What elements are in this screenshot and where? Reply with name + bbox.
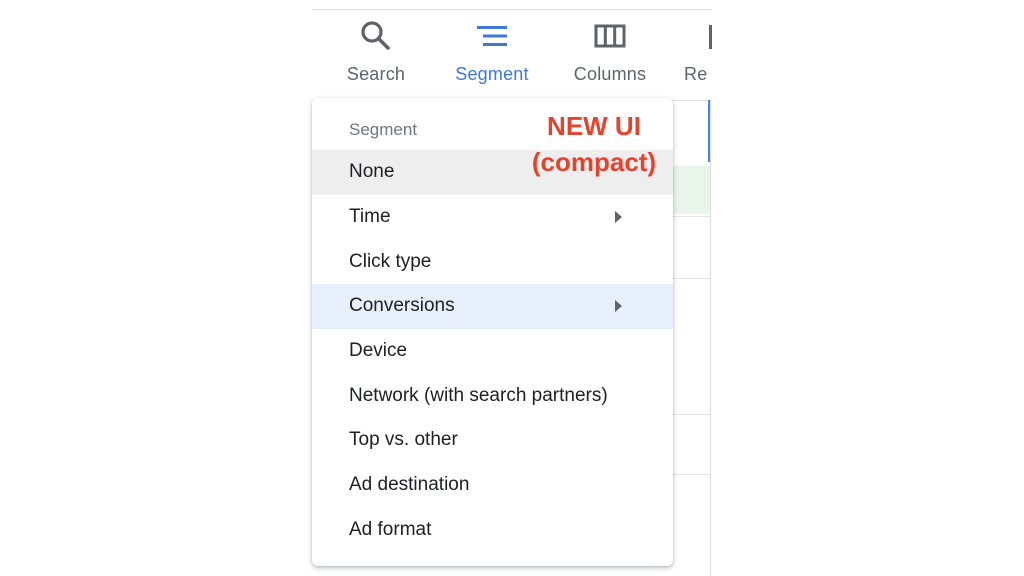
search-label: Search — [346, 64, 406, 84]
annotation-label: NEW UI (compact) — [514, 108, 674, 180]
reports-button[interactable]: Re — [684, 18, 712, 98]
right-divider — [710, 100, 711, 576]
menu-item-conversions[interactable]: Conversions — [312, 284, 673, 329]
columns-label: Columns — [573, 64, 647, 84]
menu-item-label: Device — [349, 340, 408, 361]
menu-item-label: Ad destination — [349, 474, 470, 495]
menu-header: Segment — [349, 120, 418, 139]
submenu-arrow-icon — [615, 300, 622, 312]
menu-item-label: Network (with search partners) — [349, 385, 608, 406]
top-border — [312, 9, 712, 10]
menu-item-click-type[interactable]: Click type — [312, 240, 673, 285]
reports-icon — [684, 18, 712, 54]
reports-label: Re — [684, 64, 708, 84]
menu-item-ad-format[interactable]: Ad format — [312, 508, 673, 553]
menu-item-label: Click type — [349, 251, 432, 272]
menu-item-time[interactable]: Time — [312, 195, 673, 240]
menu-item-label: Ad format — [349, 519, 432, 540]
menu-item-network[interactable]: Network (with search partners) — [312, 374, 673, 419]
segment-label: Segment — [455, 64, 529, 84]
menu-item-ad-destination[interactable]: Ad destination — [312, 463, 673, 508]
stage: Search Segment Columns Re Segment None T… — [0, 0, 1024, 576]
segment-button[interactable]: Segment — [450, 18, 534, 98]
search-icon — [358, 18, 394, 54]
menu-item-label: None — [349, 161, 395, 182]
segment-icon — [474, 18, 510, 54]
search-button[interactable]: Search — [342, 18, 410, 98]
menu-item-top-vs-other[interactable]: Top vs. other — [312, 418, 673, 463]
annotation-line-2: (compact) — [531, 147, 657, 177]
annotation-line-1: NEW UI — [547, 111, 641, 141]
menu-item-label: Top vs. other — [349, 429, 458, 450]
menu-item-label: Conversions — [349, 295, 455, 316]
columns-button[interactable]: Columns — [569, 18, 651, 98]
submenu-arrow-icon — [615, 211, 622, 223]
columns-icon — [592, 18, 628, 54]
menu-item-device[interactable]: Device — [312, 329, 673, 374]
menu-item-label: Time — [349, 206, 391, 227]
